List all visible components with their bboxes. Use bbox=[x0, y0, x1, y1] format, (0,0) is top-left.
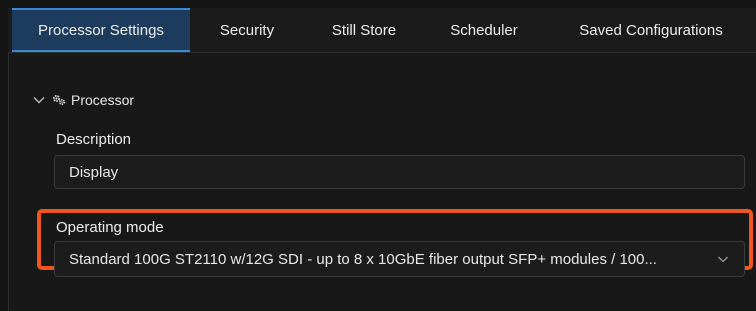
operating-mode-value: Standard 100G ST2110 w/12G SDI - up to 8… bbox=[69, 250, 657, 268]
gears-icon bbox=[53, 95, 66, 106]
description-label: Description bbox=[56, 131, 132, 148]
description-value: Display bbox=[69, 163, 119, 181]
description-field[interactable]: Display bbox=[54, 155, 745, 189]
chevron-down-icon[interactable] bbox=[716, 252, 730, 266]
operating-mode-select[interactable]: Standard 100G ST2110 w/12G SDI - up to 8… bbox=[54, 241, 745, 277]
tab-bar: Processor Settings Security Still Store … bbox=[8, 8, 756, 53]
operating-mode-label: Operating mode bbox=[56, 219, 164, 236]
tab-still-store[interactable]: Still Store bbox=[314, 8, 414, 52]
section-header-processor[interactable]: Processor bbox=[32, 90, 134, 110]
tab-processor-settings[interactable]: Processor Settings bbox=[12, 8, 190, 52]
section-title: Processor bbox=[71, 92, 135, 108]
tab-security[interactable]: Security bbox=[204, 8, 290, 52]
chevron-down-icon[interactable] bbox=[32, 93, 46, 107]
tab-scheduler[interactable]: Scheduler bbox=[434, 8, 534, 52]
tab-saved-configurations[interactable]: Saved Configurations bbox=[556, 8, 746, 52]
